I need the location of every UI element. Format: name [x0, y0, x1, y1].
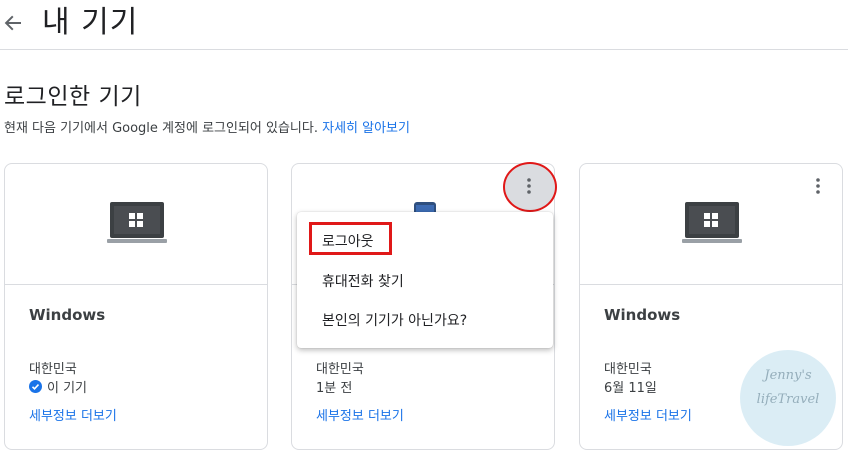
watermark-line2: lifeTravel: [756, 392, 820, 407]
back-arrow-icon[interactable]: [2, 9, 24, 37]
device-image-area: [5, 164, 267, 285]
more-vert-icon[interactable]: [806, 174, 830, 198]
card-menu-button[interactable]: [503, 162, 557, 212]
menu-item-not-my-device[interactable]: 본인의 기기가 아닌가요?: [322, 310, 467, 330]
more-details-link[interactable]: 세부정보 더보기: [316, 405, 404, 424]
laptop-icon: [682, 202, 742, 243]
page-title: 내 기기: [42, 5, 139, 40]
check-circle-icon: [29, 380, 42, 393]
more-details-link[interactable]: 세부정보 더보기: [604, 405, 692, 424]
device-location: 대한민국: [604, 362, 652, 377]
menu-item-find-phone[interactable]: 휴대전화 찾기: [322, 271, 404, 291]
device-menu-popup: 로그아웃 휴대전화 찾기 본인의 기기가 아닌가요?: [297, 212, 553, 348]
device-when-text: 6월 11일: [604, 381, 657, 396]
device-when-text: 1분 전: [316, 381, 353, 396]
device-location: 대한민국: [29, 362, 77, 377]
more-details-link[interactable]: 세부정보 더보기: [29, 405, 117, 424]
device-card[interactable]: Windows 대한민국 이 기기 세부정보 더보기: [4, 163, 268, 450]
device-last-active: 이 기기: [29, 377, 87, 396]
more-vert-icon: [527, 178, 531, 198]
section-title: 로그인한 기기: [4, 84, 142, 110]
laptop-icon: [107, 202, 167, 243]
description-text: 현재 다음 기기에서 Google 계정에 로그인되어 있습니다.: [4, 121, 318, 136]
learn-more-link[interactable]: 자세히 알아보기: [322, 121, 410, 136]
device-name: Windows: [604, 306, 681, 324]
section-description: 현재 다음 기기에서 Google 계정에 로그인되어 있습니다. 자세히 알아…: [4, 120, 410, 138]
device-image-area: [580, 164, 842, 285]
device-location: 대한민국: [316, 362, 364, 377]
top-bar: 내 기기: [0, 0, 848, 50]
watermark-line1: Jenny's: [764, 368, 812, 383]
device-when-text: 이 기기: [47, 381, 88, 396]
menu-item-logout[interactable]: 로그아웃: [322, 231, 374, 251]
device-last-active: 6월 11일: [604, 377, 657, 396]
device-last-active: 1분 전: [316, 377, 352, 396]
device-name: Windows: [29, 306, 106, 324]
watermark-logo: Jenny's lifeTravel: [740, 350, 836, 446]
